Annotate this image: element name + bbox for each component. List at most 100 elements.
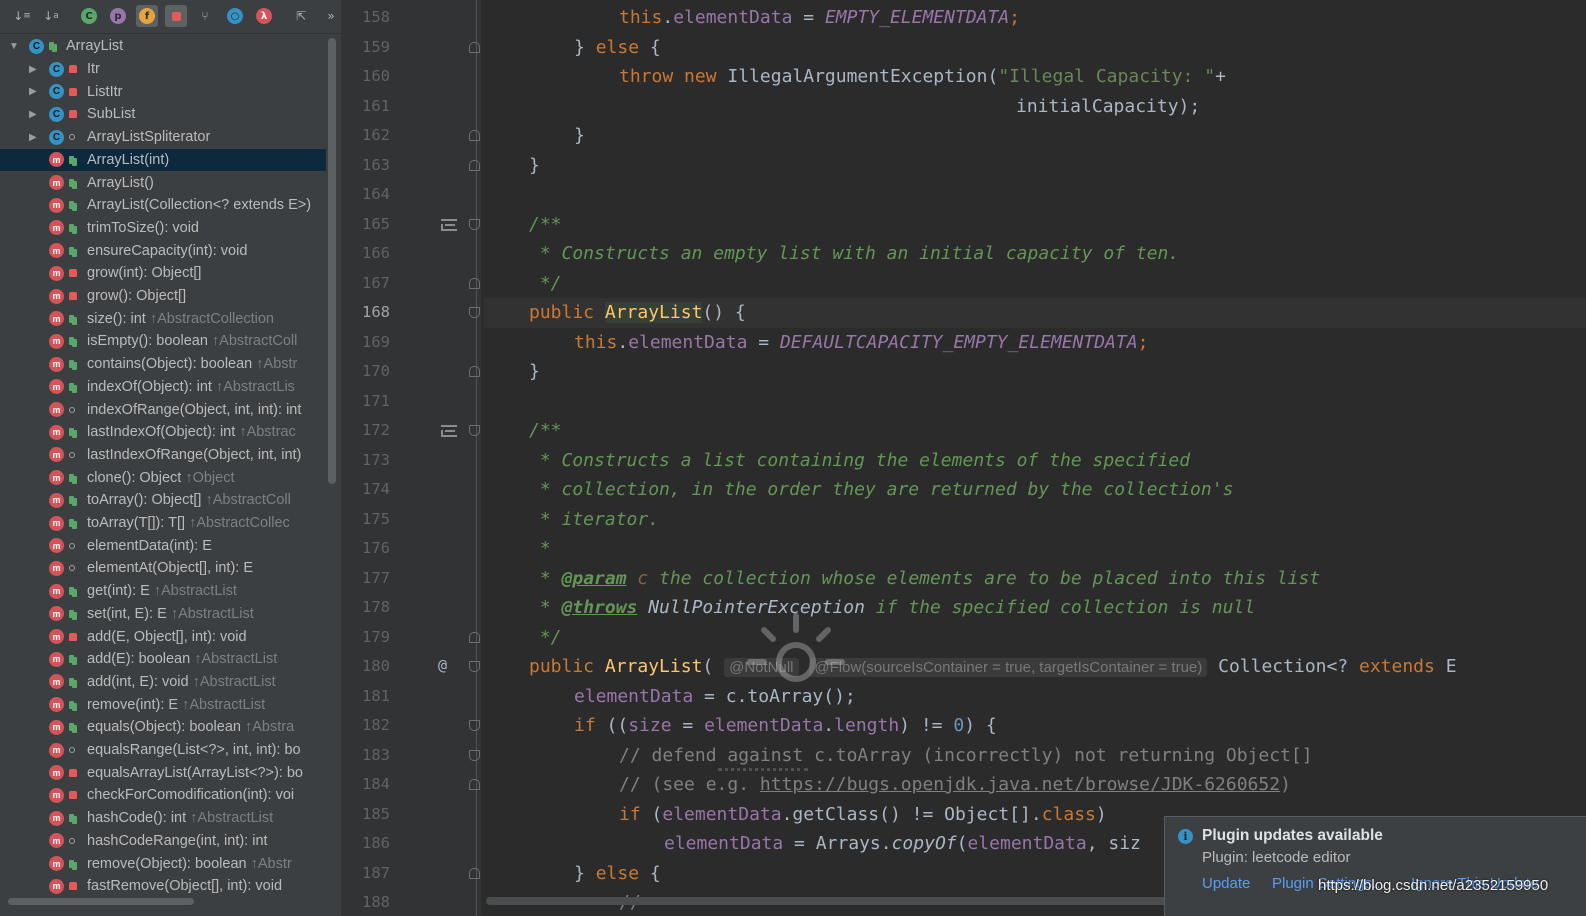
line-number[interactable]: 178	[358, 593, 390, 623]
tree-member[interactable]: m hashCodeRange(int, int): int	[0, 830, 326, 853]
tree-member[interactable]: m ensureCapacity(int): void	[0, 239, 326, 262]
fold-marker-icon[interactable]	[469, 41, 480, 53]
show-lambdas-icon[interactable]: λ	[253, 5, 275, 27]
expand-arrow-icon[interactable]: ▶	[29, 64, 37, 75]
line-number[interactable]: 167	[358, 269, 390, 299]
line-number[interactable]: 160	[358, 62, 390, 92]
line-number[interactable]: 161	[358, 92, 390, 122]
tree-member[interactable]: m contains(Object): boolean ↑Abstr	[0, 353, 326, 376]
line-number[interactable]: 168	[358, 298, 390, 328]
tree-member[interactable]: m ArrayList()	[0, 171, 326, 194]
tree-member[interactable]: m add(E): boolean ↑AbstractList	[0, 648, 326, 671]
line-number[interactable]: 180	[358, 652, 390, 682]
fold-marker-icon[interactable]	[469, 218, 480, 230]
expand-arrow-icon[interactable]: ▶	[29, 132, 37, 143]
show-non-public-icon[interactable]	[165, 5, 187, 27]
tree-member[interactable]: m remove(int): E ↑AbstractList	[0, 693, 326, 716]
tree-member[interactable]: m clone(): Object ↑Object	[0, 466, 326, 489]
line-number[interactable]: 183	[358, 741, 390, 771]
line-number[interactable]: 159	[358, 33, 390, 63]
line-number[interactable]: 158	[358, 3, 390, 33]
line-number[interactable]: 170	[358, 357, 390, 387]
autoscroll-from-source-icon[interactable]: ⇱	[290, 5, 312, 27]
fold-marker-icon[interactable]	[469, 720, 480, 731]
tree-member[interactable]: m checkForComodification(int): voi	[0, 784, 326, 807]
tree-member[interactable]: m indexOfRange(Object, int, int): int	[0, 398, 326, 421]
tree-member[interactable]: m add(int, E): void ↑AbstractList	[0, 671, 326, 694]
tree-nested-class[interactable]: ▶ C SubList	[0, 103, 326, 126]
fold-marker-icon[interactable]	[469, 130, 480, 141]
tree-member[interactable]: m toArray(): Object[] ↑AbstractColl	[0, 489, 326, 512]
tree-member[interactable]: m elementAt(Object[], int): E	[0, 557, 326, 580]
fold-marker-icon[interactable]	[469, 366, 480, 377]
editor-horizontal-scrollbar[interactable]	[486, 897, 1206, 905]
fold-marker-icon[interactable]	[469, 661, 480, 672]
tree-member[interactable]: m hashCode(): int ↑AbstractList	[0, 807, 326, 830]
tree-nested-class[interactable]: ▶ C ArrayListSpliterator	[0, 126, 326, 149]
show-inherited-icon[interactable]: ⑂	[194, 5, 216, 27]
tree-member[interactable]: m toArray(T[]): T[] ↑AbstractCollec	[0, 512, 326, 535]
bug-link[interactable]: https://bugs.openjdk.java.net/browse/JDK…	[760, 774, 1280, 795]
tree-nested-class[interactable]: ▶ C ListItr	[0, 80, 326, 103]
line-number[interactable]: 165	[358, 210, 390, 240]
tree-member[interactable]: m trimToSize(): void	[0, 217, 326, 240]
tree-member[interactable]: m equalsRange(List<?>, int, int): bo	[0, 739, 326, 762]
line-number[interactable]: 162	[358, 121, 390, 151]
fold-marker-icon[interactable]	[469, 277, 480, 289]
update-link[interactable]: Update	[1202, 875, 1250, 892]
line-number[interactable]: 185	[358, 800, 390, 830]
structure-vertical-scrollbar[interactable]	[328, 38, 336, 484]
tree-member[interactable]: m lastIndexOfRange(Object, int, int)	[0, 444, 326, 467]
tree-member[interactable]: m ArrayList(int)	[0, 148, 326, 172]
show-anonymous-icon[interactable]: ○	[224, 5, 246, 27]
tree-member[interactable]: m add(E, Object[], int): void	[0, 625, 326, 648]
line-number[interactable]: 169	[358, 328, 390, 358]
line-number[interactable]: 184	[358, 770, 390, 800]
tree-member[interactable]: m get(int): E ↑AbstractList	[0, 580, 326, 603]
structure-horizontal-scrollbar[interactable]	[8, 898, 194, 905]
line-number[interactable]: 177	[358, 564, 390, 594]
line-number[interactable]: 175	[358, 505, 390, 535]
tree-member[interactable]: m remove(Object): boolean ↑Abstr	[0, 852, 326, 875]
line-number[interactable]: 186	[358, 829, 390, 859]
tree-member[interactable]: m indexOf(Object): int ↑AbstractLis	[0, 376, 326, 399]
line-number[interactable]: 166	[358, 239, 390, 269]
tree-root-arraylist[interactable]: ▼ C ArrayList	[0, 35, 326, 58]
line-number[interactable]: 174	[358, 475, 390, 505]
tree-member[interactable]: m lastIndexOf(Object): int ↑Abstrac	[0, 421, 326, 444]
annotation-icon[interactable]: @	[438, 656, 447, 674]
fold-marker-icon[interactable]	[469, 867, 480, 879]
line-number[interactable]: 182	[358, 711, 390, 741]
show-fields-icon[interactable]: f	[136, 5, 158, 27]
show-classes-icon[interactable]: C	[78, 5, 100, 27]
line-number[interactable]: 173	[358, 446, 390, 476]
fold-marker-icon[interactable]	[469, 749, 480, 761]
sort-by-visibility-icon[interactable]: ↓ ≡	[11, 5, 33, 27]
line-number[interactable]: 172	[358, 416, 390, 446]
tree-member[interactable]: m equalsArrayList(ArrayList<?>): bo	[0, 761, 326, 784]
render-doc-icon[interactable]	[441, 218, 457, 231]
tree-member[interactable]: m grow(): Object[]	[0, 285, 326, 308]
tree-member[interactable]: m elementData(int): E	[0, 534, 326, 557]
render-doc-icon[interactable]	[441, 425, 457, 437]
line-number[interactable]: 163	[358, 151, 390, 181]
sort-alphabetically-icon[interactable]: ↓ a	[40, 5, 62, 27]
tree-member[interactable]: m ArrayList(Collection<? extends E>)	[0, 194, 326, 217]
tree-member[interactable]: m size(): int ↑AbstractCollection	[0, 307, 326, 330]
fold-marker-icon[interactable]	[469, 779, 480, 790]
fold-marker-icon[interactable]	[469, 159, 480, 171]
line-number[interactable]: 176	[358, 534, 390, 564]
expand-arrow-icon[interactable]: ▶	[29, 109, 37, 120]
line-number[interactable]: 187	[358, 859, 390, 889]
line-number[interactable]: 164	[358, 180, 390, 210]
tree-member[interactable]: m equals(Object): boolean ↑Abstra	[0, 716, 326, 739]
more-actions-icon[interactable]: »	[320, 5, 341, 27]
collapse-arrow-icon[interactable]: ▼	[9, 41, 19, 52]
line-number[interactable]: 188	[358, 888, 390, 916]
tree-member[interactable]: m grow(int): Object[]	[0, 262, 326, 285]
tree-member[interactable]: m fastRemove(Object[], int): void	[0, 875, 326, 895]
fold-marker-icon[interactable]	[469, 631, 480, 643]
fold-marker-icon[interactable]	[469, 307, 480, 318]
line-number[interactable]: 171	[358, 387, 390, 417]
fold-marker-icon[interactable]	[469, 425, 480, 436]
